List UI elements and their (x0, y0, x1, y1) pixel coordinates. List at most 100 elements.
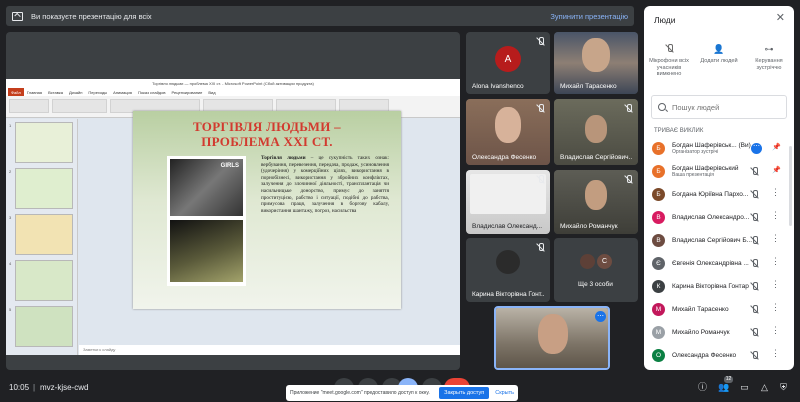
info-icon[interactable]: ⓘ (697, 382, 708, 393)
more-vert-icon[interactable]: ⋮ (771, 280, 780, 289)
chat-icon[interactable]: ▭ (739, 382, 750, 393)
slide-thumbnail[interactable]: 3 (9, 214, 73, 255)
stop-sharing-button[interactable]: Закрыть доступ (439, 387, 490, 399)
scrollbar[interactable] (789, 146, 792, 226)
slide-thumbnail[interactable]: 4 (9, 260, 73, 301)
person-row[interactable]: Б Богдан Шаферівськ... (Ви) Організатор зу… (644, 137, 794, 160)
self-view-tile[interactable]: ⋯ (494, 306, 610, 370)
person-row[interactable]: Б Богдан Шаферівський Ваша презентація 📌 (644, 160, 794, 183)
mic-off-icon[interactable] (750, 236, 759, 245)
person-row[interactable]: К Карина Вікторівна Гонтар ⋮ (644, 275, 794, 298)
ribbon-tab[interactable]: Файл (8, 88, 24, 96)
pin-icon[interactable]: 📌 (772, 143, 781, 151)
person-info: Євгенія Олександрівна ... (672, 260, 752, 267)
separator: | (33, 383, 36, 392)
ribbon-group[interactable] (203, 99, 273, 113)
participant-name: Alona Ivanshenco (472, 83, 524, 90)
powerpoint-ribbon: Файл Главная Вставка Дизайн Переходы Ани… (6, 88, 460, 118)
slide-thumbnail[interactable]: 2 (9, 168, 73, 209)
participant-tile[interactable]: A Alona Ivanshenco (466, 32, 550, 94)
person-row[interactable]: О Олександра Фесенко ⋮ (644, 344, 794, 367)
add-people-button[interactable]: 👤 Додати людей (694, 44, 744, 88)
participant-tile[interactable]: Карина Вікторівна Гонт... (466, 238, 550, 302)
mic-off-icon[interactable] (750, 213, 759, 222)
participant-tile[interactable]: Михайл Тарасенко (554, 32, 638, 94)
mic-off-icon[interactable] (750, 190, 759, 199)
activities-icon[interactable]: △ (759, 382, 770, 393)
person-subtitle: Ваша презентація (672, 172, 714, 178)
person-name: Владислав Олександро... (672, 214, 750, 221)
mic-off-icon[interactable] (750, 351, 759, 360)
participant-tile[interactable]: Михайло Романчук (554, 170, 638, 234)
add-person-icon: 👤 (713, 44, 725, 54)
more-vert-icon[interactable]: ⋮ (771, 188, 780, 197)
more-vert-icon[interactable]: ⋮ (771, 211, 780, 220)
ribbon-tab[interactable]: Дизайн (66, 88, 85, 96)
host-controls-icon[interactable]: ⛨ (778, 382, 789, 393)
ribbon-tab[interactable]: Показ слайдов (135, 88, 169, 96)
person-row[interactable]: М Михайло Романчук ⋮ (644, 321, 794, 344)
ribbon-tab[interactable]: Рецензирование (169, 88, 206, 96)
ribbon-group[interactable] (52, 99, 107, 113)
person-info: Богдана Юріївна Пархо... (672, 191, 752, 198)
ribbon-group[interactable] (110, 99, 200, 113)
mic-off-icon[interactable] (750, 167, 759, 176)
mute-all-button[interactable]: Мікрофони всіх учасників вимкнено (644, 44, 694, 88)
more-participants-tile[interactable]: C Ще 3 особи (554, 238, 638, 302)
person-name: Карина Вікторівна Гонтар (672, 283, 749, 290)
ribbon-group[interactable] (9, 99, 49, 113)
person-row[interactable]: Б Богдана Юріївна Пархо... ⋮ (644, 183, 794, 206)
mic-off-icon[interactable] (750, 259, 759, 268)
avatar (496, 250, 520, 274)
screen-share-notice: Приложение "meet.google.com" предоставил… (286, 385, 518, 401)
ribbon-tab[interactable]: Анимация (110, 88, 135, 96)
more-vert-icon[interactable]: ⋮ (771, 303, 780, 312)
more-vert-icon[interactable]: ⋮ (771, 234, 780, 243)
more-vert-icon[interactable]: ⋮ (771, 326, 780, 335)
participant-face (582, 38, 610, 72)
person-row[interactable]: В Владислав Олександро... ⋮ (644, 206, 794, 229)
search-input[interactable] (672, 102, 782, 112)
person-info: Владислав Олександро... (672, 214, 752, 221)
people-icon[interactable]: 👥 (718, 382, 729, 393)
mic-off-icon (665, 44, 674, 56)
stop-presenting-button[interactable]: Зупинити презентацію (550, 12, 628, 21)
person-subtitle: Організатор зустрічі (672, 149, 719, 155)
mic-off-icon[interactable] (750, 282, 759, 291)
person-row[interactable]: Є Євгенія Олександрівна ... ⋮ (644, 252, 794, 275)
search-people[interactable] (651, 95, 787, 119)
mic-off-icon (536, 104, 545, 113)
pin-icon[interactable]: 📌 (772, 166, 781, 174)
more-options-icon[interactable]: ⋯ (595, 311, 606, 322)
participant-tile[interactable]: Олександра Фесенко (466, 99, 550, 165)
close-icon[interactable]: ✕ (776, 13, 785, 24)
ribbon-tab[interactable]: Переходы (85, 88, 110, 96)
ribbon-tab[interactable]: Вставка (45, 88, 66, 96)
slide-notes-field[interactable]: Заметки к слайду (79, 345, 460, 355)
hide-notice-button[interactable]: Скрыть (495, 390, 514, 396)
host-controls-button[interactable]: ⊶ Керування зустріччю (744, 44, 794, 88)
slide-thumbnail[interactable]: 5 (9, 306, 73, 347)
person-name: Михайл Тарасенко (672, 306, 729, 313)
person-row[interactable]: М Михайл Тарасенко ⋮ (644, 298, 794, 321)
participant-name: Михайл Тарасенко (560, 83, 617, 90)
person-info: Богдан Шаферівський Ваша презентація (672, 165, 752, 178)
participant-tile[interactable]: Владислав Олександ... (466, 170, 550, 234)
meeting-code: mvz-kjse-cwd (40, 383, 89, 392)
more-vert-icon[interactable]: ⋮ (771, 257, 780, 266)
person-info: Михайл Тарасенко (672, 306, 752, 313)
ribbon-group[interactable] (339, 99, 389, 113)
section-label: ТРИВАЄ ВИКЛИК (654, 128, 704, 134)
mic-off-icon[interactable] (750, 305, 759, 314)
ribbon-tab[interactable]: Вид (205, 88, 218, 96)
people-panel: Люди ✕ Мікрофони всіх учасників вимкнено… (644, 6, 794, 370)
ribbon-tab[interactable]: Главная (24, 88, 45, 96)
slide-thumbnail[interactable]: 1 (9, 122, 73, 163)
person-row[interactable]: В Владислав Сергійович Б... ⋮ (644, 229, 794, 252)
ribbon-group[interactable] (276, 99, 336, 113)
more-vert-icon[interactable]: ⋮ (771, 349, 780, 358)
person-info: Михайло Романчук (672, 329, 752, 336)
mic-off-icon[interactable] (750, 328, 759, 337)
participant-tile[interactable]: Владислав Сергійович... (554, 99, 638, 165)
person-name: Євгенія Олександрівна ... (672, 260, 749, 267)
